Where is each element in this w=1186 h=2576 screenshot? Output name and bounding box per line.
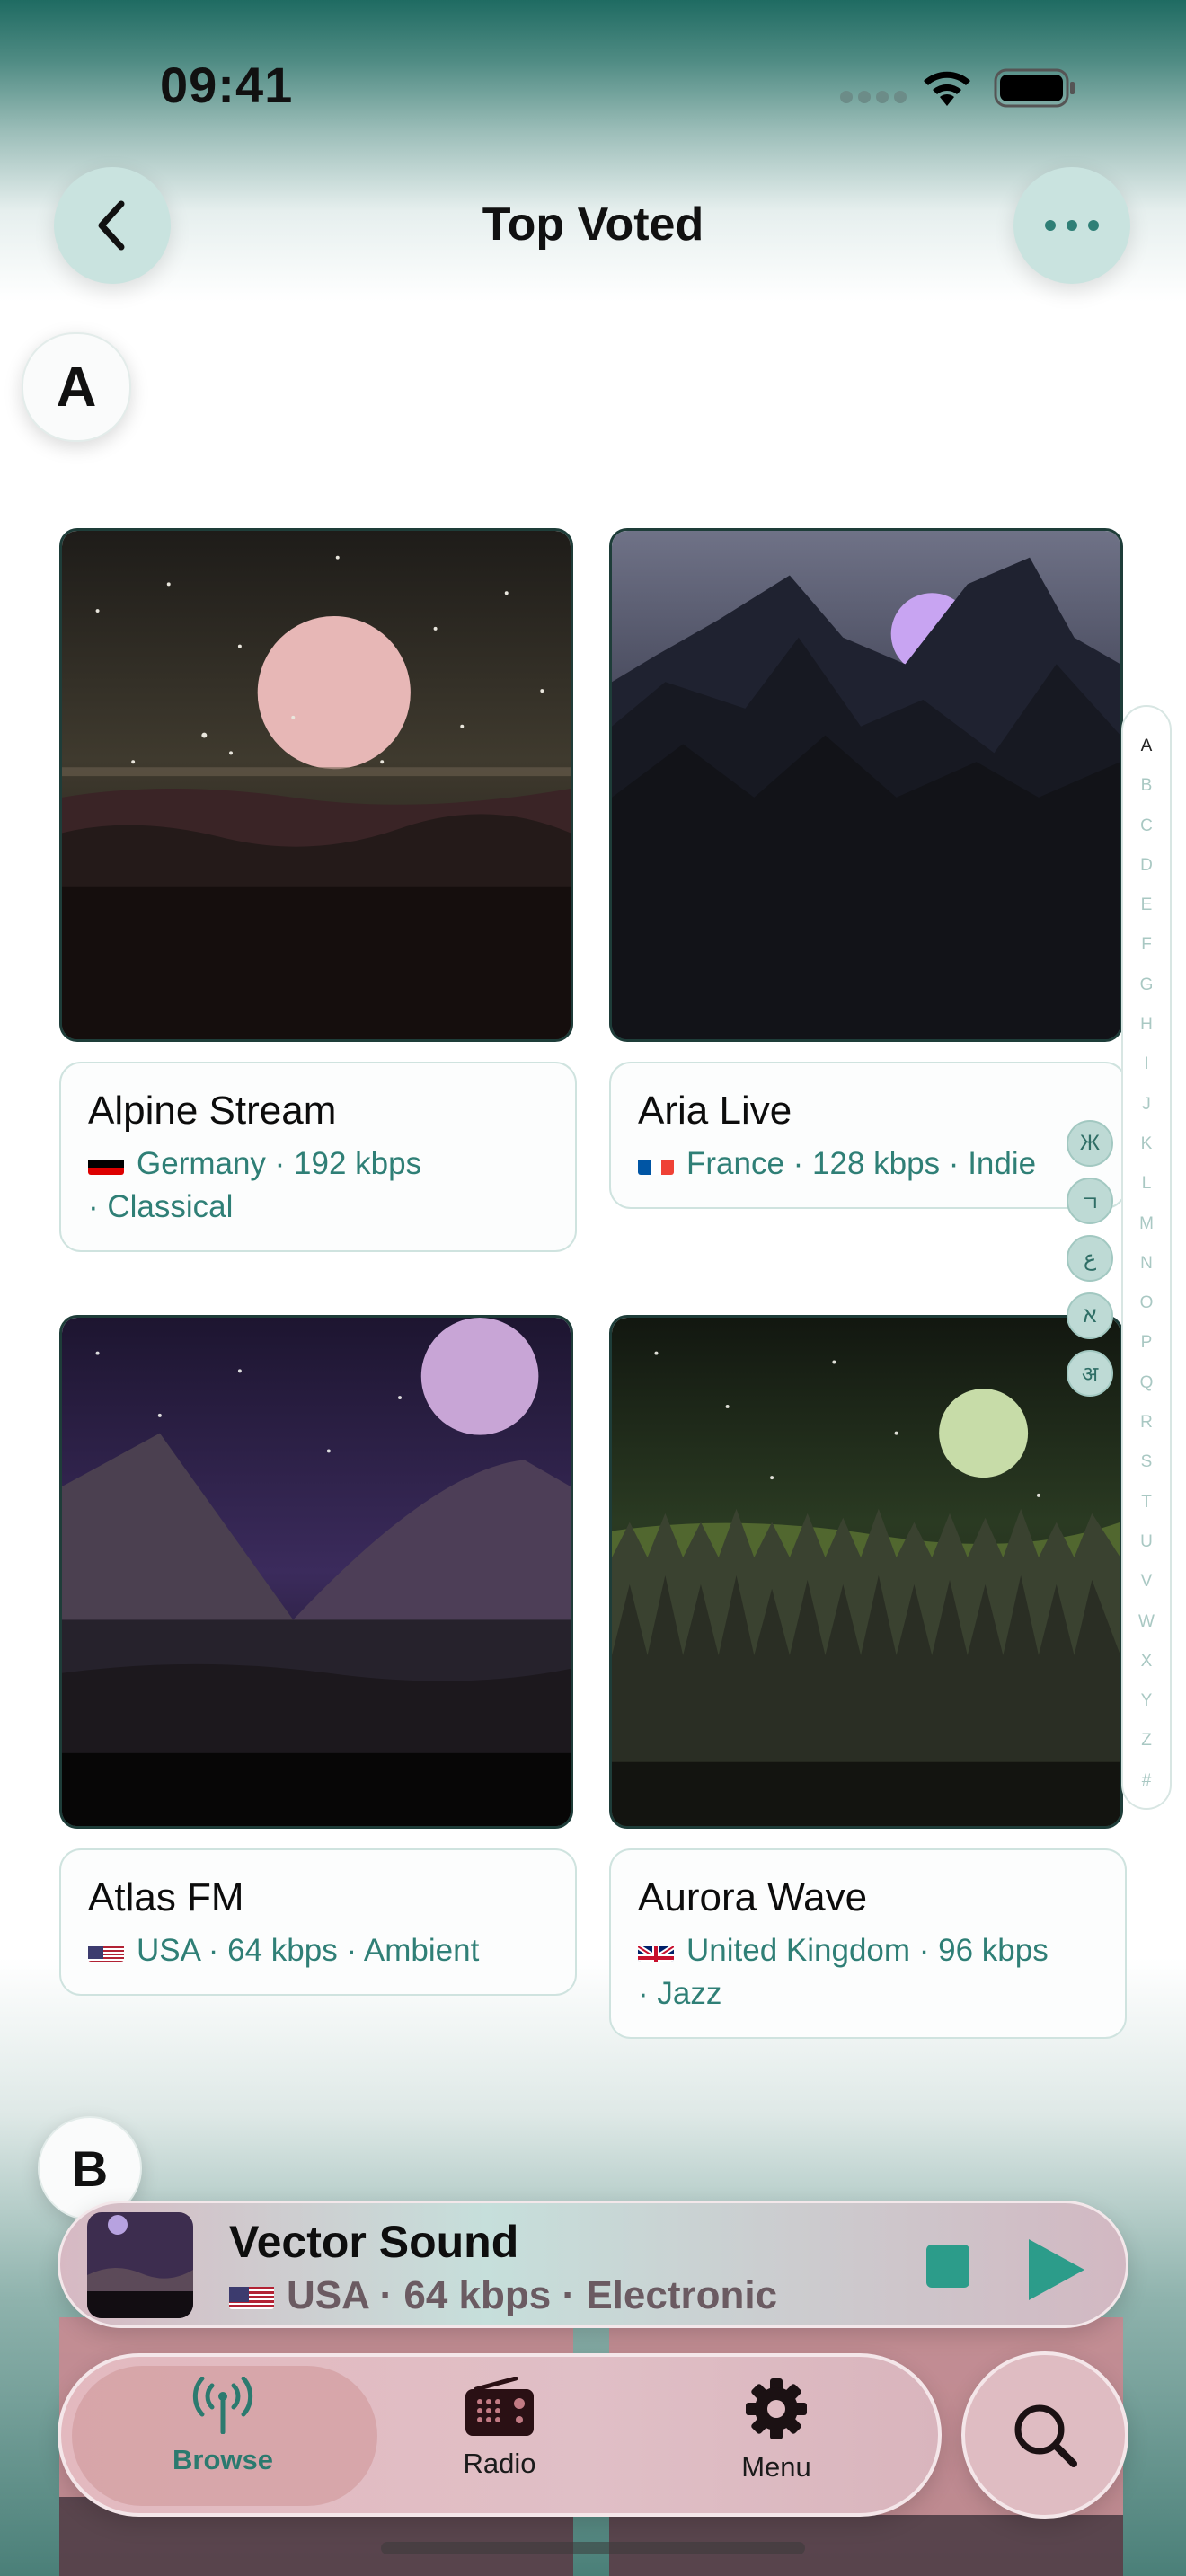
status-signal-dots [840,91,907,103]
tab-browse[interactable]: Browse [115,2376,331,2476]
index-script-chip[interactable]: ع [1067,1235,1113,1282]
now-playing-bar[interactable]: Vector Sound USA · 64 kbps · Electronic [58,2201,1128,2328]
gear-icon [746,2378,807,2439]
station-meta: France · 128 kbps · Indie [638,1142,1098,1186]
index-letter[interactable]: T [1141,1483,1152,1522]
index-letter[interactable]: X [1141,1642,1153,1681]
index-letter[interactable]: R [1140,1403,1153,1442]
battery-icon [994,68,1075,108]
section-header-a: A [22,332,131,442]
usa-flag-icon [229,2280,274,2310]
station-genre: · Jazz [638,1976,722,2011]
now-playing-artwork [87,2212,193,2318]
index-script-chip[interactable]: א [1067,1292,1113,1339]
index-letter[interactable]: I [1144,1045,1148,1084]
station-artwork[interactable] [59,528,573,1042]
broadcast-icon [192,2376,253,2435]
station-details: USA · 64 kbps · Ambient [137,1933,480,1968]
station-name: Atlas FM [88,1875,244,1919]
index-letter[interactable]: Q [1140,1363,1154,1403]
ellipsis-icon [1045,220,1099,231]
station-name: Alpine Stream [88,1089,337,1133]
index-letter[interactable]: O [1140,1284,1154,1323]
index-letter[interactable]: H [1140,1005,1153,1045]
station-info-card[interactable]: Alpine Stream Germany · 192 kbps · Class… [59,1062,577,1252]
status-time: 09:41 [160,57,294,113]
france-flag-icon [638,1151,674,1175]
index-letter[interactable]: M [1139,1204,1154,1244]
index-letter[interactable]: # [1142,1761,1152,1801]
usa-flag-icon [88,1938,124,1962]
germany-flag-icon [88,1151,124,1175]
index-letter[interactable]: D [1140,846,1153,886]
station-artwork[interactable] [59,1315,573,1829]
index-letter[interactable]: J [1142,1085,1151,1125]
index-letter[interactable]: P [1141,1323,1153,1363]
tab-menu[interactable]: Menu [668,2377,884,2483]
station-info-card[interactable]: Aurora Wave United Kingdom · 96 kbps · J… [609,1848,1127,2039]
index-script-chip[interactable]: अ [1067,1350,1113,1397]
tab-menu-label: Menu [741,2451,811,2483]
station-details: Germany · 192 kbps [137,1146,422,1181]
index-letter[interactable]: E [1141,886,1153,925]
station-genre: · Classical [88,1189,234,1224]
home-indicator [381,2542,805,2554]
uk-flag-icon [638,1938,674,1962]
index-letter[interactable]: K [1141,1125,1153,1164]
station-name: Aurora Wave [638,1875,868,1919]
station-artwork[interactable] [609,528,1123,1042]
station-meta: USA · 64 kbps · Ambient [88,1929,548,1972]
index-letter[interactable]: B [1141,766,1153,806]
station-info-card[interactable]: Aria Live France · 128 kbps · Indie [609,1062,1127,1209]
index-letter[interactable]: Y [1141,1681,1153,1721]
tab-radio[interactable]: Radio [392,2376,607,2480]
index-letter[interactable]: L [1142,1164,1152,1204]
play-button[interactable] [1025,2236,1088,2304]
index-script-chip[interactable]: Ж [1067,1120,1113,1167]
radio-icon [465,2376,534,2436]
index-letter[interactable]: V [1141,1562,1153,1601]
index-letter[interactable]: F [1141,925,1152,965]
index-letter[interactable]: A [1141,727,1153,766]
station-artwork[interactable] [609,1315,1123,1829]
stop-button[interactable] [926,2245,969,2288]
wifi-icon [924,71,970,106]
tab-radio-label: Radio [463,2448,536,2479]
station-meta: United Kingdom · 96 kbps · Jazz [638,1929,1098,2016]
more-options-button[interactable] [1013,167,1130,284]
station-meta: Germany · 192 kbps · Classical [88,1142,548,1229]
index-letter[interactable]: G [1140,966,1154,1005]
search-icon [1014,2404,1077,2467]
index-script-chip[interactable]: ㄱ [1067,1178,1113,1224]
tab-bar: Browse Radio Menu [58,2353,942,2517]
now-playing-title: Vector Sound [229,2217,519,2267]
now-playing-details: USA · 64 kbps · Electronic [287,2273,778,2317]
index-letter[interactable]: W [1138,1602,1155,1642]
index-letter[interactable]: N [1140,1244,1153,1284]
station-details: France · 128 kbps · Indie [686,1146,1037,1181]
station-name: Aria Live [638,1089,792,1133]
index-letter[interactable]: C [1140,807,1153,846]
index-letter[interactable]: Z [1141,1721,1152,1760]
alphabet-index-bar[interactable]: A B C D E F G H I J K L M N O P Q R S T U V W X Y Z # [1121,705,1172,1810]
now-playing-meta: USA · 64 kbps · Electronic [229,2273,777,2318]
station-details: United Kingdom · 96 kbps [686,1933,1049,1968]
tab-browse-label: Browse [173,2444,273,2475]
index-letter[interactable]: S [1141,1442,1153,1482]
search-button[interactable] [961,2351,1128,2519]
index-letter[interactable]: U [1140,1522,1153,1562]
page-title: Top Voted [482,198,704,251]
station-info-card[interactable]: Atlas FM USA · 64 kbps · Ambient [59,1848,577,1996]
